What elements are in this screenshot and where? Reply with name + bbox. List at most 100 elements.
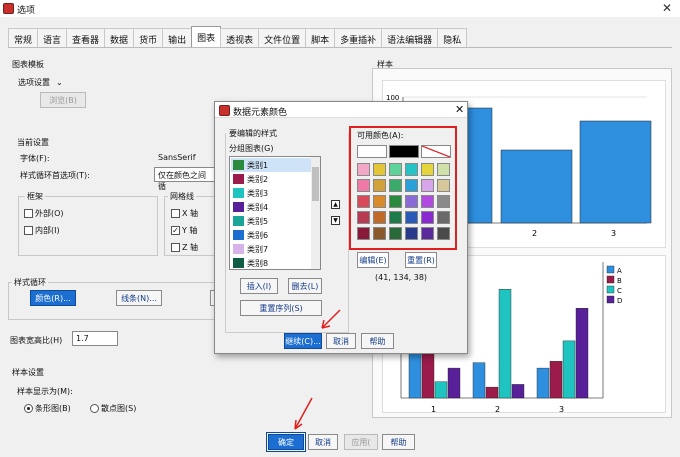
app-icon: [3, 3, 14, 14]
legend-label-D: D: [617, 297, 622, 305]
insert-button[interactable]: 插入(I): [240, 278, 278, 294]
move-up-icon[interactable]: ▲: [331, 200, 340, 209]
legend-swatch-B: [606, 275, 615, 284]
bottom-xtick: 1: [431, 405, 436, 414]
tab-5[interactable]: 输出: [162, 28, 193, 47]
current-heading: 当前设置: [17, 138, 49, 147]
aspect-label: 图表宽高比(H): [10, 336, 63, 345]
style-label: 类别6: [247, 230, 269, 240]
apply-button[interactable]: 应用(: [344, 434, 378, 450]
legend-label-C: C: [617, 287, 622, 295]
style-list[interactable]: 类别1 类别2 类别3 类别4 类别5 类别6 类别7 类别8: [229, 156, 321, 270]
dialog-title: 数据元素颜色: [233, 108, 288, 118]
lines-button[interactable]: 线条(N)...: [116, 290, 162, 306]
bar-C-3: [562, 340, 576, 399]
browse-button[interactable]: 浏览(B): [40, 92, 86, 108]
bar-A-3: [536, 367, 550, 399]
tab-9[interactable]: 脚本: [305, 28, 336, 47]
top-xtick-3: 3: [611, 229, 616, 238]
tab-0[interactable]: 常规: [8, 28, 39, 47]
tab-12[interactable]: 隐私: [437, 28, 468, 47]
template-heading: 图表模板: [12, 60, 44, 69]
tab-4[interactable]: 货币: [133, 28, 164, 47]
tab-2[interactable]: 查看器: [66, 28, 106, 47]
cancel-button[interactable]: 取消: [308, 434, 338, 450]
dialog-help-button[interactable]: 帮助: [361, 333, 394, 349]
move-down-icon[interactable]: ▼: [331, 216, 340, 225]
ok-button[interactable]: 确定: [266, 432, 306, 452]
bottom-xtick: 3: [559, 405, 564, 414]
color-swatch: [233, 174, 244, 184]
style-list-item[interactable]: 类别6: [231, 228, 313, 242]
tab-3[interactable]: 数据: [104, 28, 135, 47]
tab-6[interactable]: 图表: [191, 26, 222, 47]
sample-settings-heading: 样本设置: [12, 368, 44, 377]
scatter-radio[interactable]: 散点图(S): [90, 403, 136, 414]
bar-C-1: [434, 381, 448, 399]
style-list-item[interactable]: 类别2: [231, 172, 313, 186]
style-label: 类别7: [247, 244, 269, 254]
style-list-item[interactable]: 类别4: [231, 200, 313, 214]
cycle-label: 样式循环首选项(T):: [20, 171, 90, 180]
font-value[interactable]: SansSerif: [158, 153, 196, 162]
rgb-readout: (41, 134, 38): [375, 273, 428, 282]
top-bar-2: [500, 149, 573, 224]
tab-10[interactable]: 多重插补: [334, 28, 383, 47]
color-swatch: [233, 258, 244, 268]
template-select[interactable]: 选项设置 ⌄: [15, 75, 75, 89]
outer-checkbox[interactable]: 外部(O): [24, 208, 64, 219]
grid-heading: 网格线: [168, 191, 196, 202]
legend-label-B: B: [617, 277, 622, 285]
show-as-label: 样本显示为(M):: [17, 387, 73, 396]
pointer-arrow-continue: [321, 309, 341, 329]
edit-color-button[interactable]: 编辑(E): [357, 252, 389, 268]
frame-heading: 框架: [25, 191, 45, 202]
bar-C-2: [498, 289, 512, 399]
bar-D-2: [511, 384, 525, 399]
style-list-item[interactable]: 类别5: [231, 214, 313, 228]
top-xtick-2: 2: [532, 229, 537, 238]
legend-swatch-A: [606, 265, 615, 274]
bar-D-1: [447, 367, 461, 399]
data-element-colors-dialog: 数据元素颜色 ✕ 要编辑的样式 分组图表(G) 类别1 类别2 类别3 类别4 类别5 类…: [214, 101, 468, 354]
help-button[interactable]: 帮助: [382, 434, 415, 450]
color-swatch: [233, 202, 244, 212]
list-scrollbar[interactable]: [311, 157, 320, 269]
window-title: 选项: [17, 6, 36, 16]
style-label: 类别3: [247, 188, 269, 198]
style-cycle-heading: 样式循环: [12, 277, 48, 288]
reset-color-button[interactable]: 重置(R): [405, 252, 437, 268]
pointer-arrow-ok: [294, 397, 313, 430]
bar-radio[interactable]: 条形图(B): [24, 403, 71, 414]
x-axis-checkbox[interactable]: X 轴: [171, 208, 198, 219]
bottom-xtick: 2: [495, 405, 500, 414]
cycle-select[interactable]: 仅在颜色之间循: [154, 167, 216, 191]
aspect-input[interactable]: 1.7: [72, 331, 118, 346]
grouped-label: 分组图表(G): [229, 144, 274, 153]
colors-button[interactable]: 颜色(R)...: [30, 290, 76, 306]
font-label: 字体(F):: [20, 154, 50, 163]
legend-label-A: A: [617, 267, 622, 275]
style-list-item[interactable]: 类别1: [231, 158, 313, 172]
tab-1[interactable]: 语言: [37, 28, 68, 47]
color-swatch: [233, 244, 244, 254]
dialog-close-icon[interactable]: ✕: [455, 103, 464, 116]
tab-8[interactable]: 文件位置: [258, 28, 307, 47]
tab-11[interactable]: 语法编辑器: [381, 28, 439, 47]
color-swatch: [233, 188, 244, 198]
tab-7[interactable]: 透视表: [220, 28, 260, 47]
style-label: 类别5: [247, 216, 269, 226]
style-list-item[interactable]: 类别3: [231, 186, 313, 200]
z-axis-checkbox[interactable]: Z 轴: [171, 242, 198, 253]
palette-highlight: [349, 126, 457, 250]
legend-swatch-D: [606, 295, 615, 304]
color-swatch: [233, 216, 244, 226]
style-list-item[interactable]: 类别8: [231, 256, 313, 270]
color-swatch: [233, 230, 244, 240]
dialog-app-icon: [219, 105, 230, 116]
style-list-item[interactable]: 类别7: [231, 242, 313, 256]
inner-checkbox[interactable]: 内部(I): [24, 225, 60, 236]
delete-button[interactable]: 删去(L): [288, 278, 322, 294]
close-icon[interactable]: ✕: [662, 1, 672, 15]
y-axis-checkbox[interactable]: ✓ Y 轴: [171, 225, 197, 236]
